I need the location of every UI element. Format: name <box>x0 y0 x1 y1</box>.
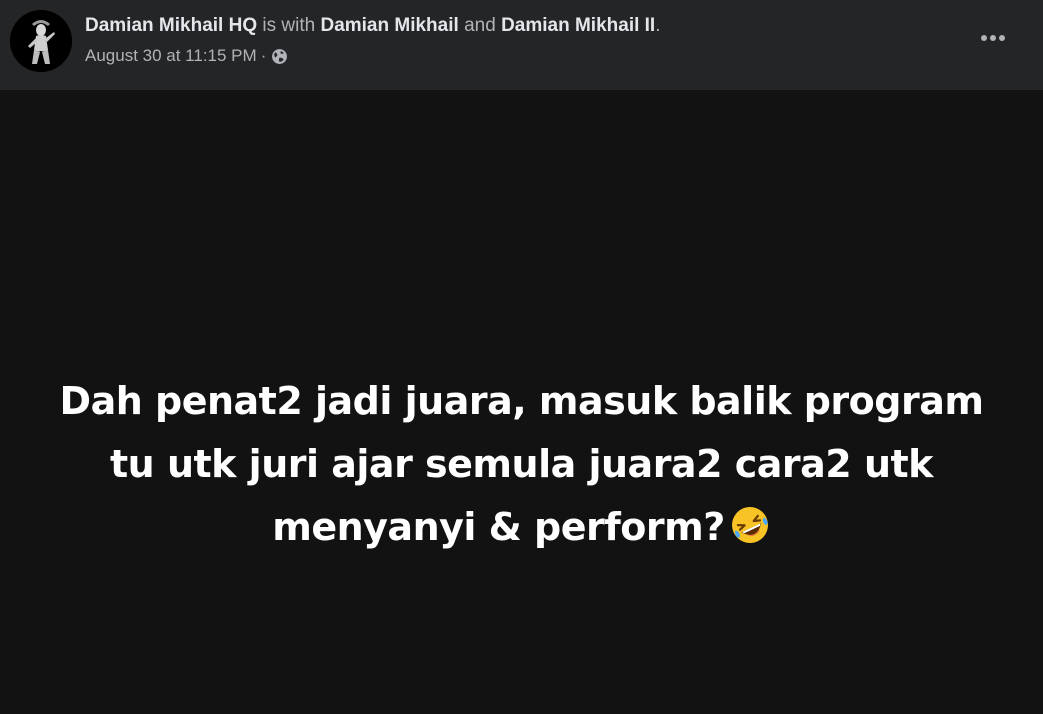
with-text: is with <box>257 15 321 36</box>
globe-icon[interactable] <box>271 48 288 65</box>
post-text-line-2: tu utk juri ajar semula juara2 cara2 utk <box>110 442 933 486</box>
post-text: Dah penat2 jadi juara, masuk balik progr… <box>20 370 1023 559</box>
post-text-line-3: menyanyi & perform? <box>272 505 725 549</box>
more-dot-2 <box>990 35 996 41</box>
author-line: Damian Mikhail HQ is with Damian Mikhail… <box>85 14 661 38</box>
tagged-user-link-1[interactable]: Damian Mikhail <box>320 15 458 36</box>
post-meta: August 30 at 11:15 PM · <box>85 45 288 67</box>
post-header: Damian Mikhail HQ is with Damian Mikhail… <box>0 0 1043 90</box>
rolling-on-floor-laughing-emoji <box>729 502 771 544</box>
post-content: Dah penat2 jadi juara, masuk balik progr… <box>0 90 1043 714</box>
post-text-line-1: Dah penat2 jadi juara, masuk balik progr… <box>59 379 984 423</box>
author-avatar[interactable] <box>10 10 72 72</box>
tagged-user-link-2[interactable]: Damian Mikhail II <box>501 15 655 36</box>
more-dot-3 <box>999 35 1005 41</box>
author-name-link[interactable]: Damian Mikhail HQ <box>85 15 257 36</box>
meta-separator: · <box>260 46 267 65</box>
avatar-image <box>10 10 72 72</box>
post-timestamp-link[interactable]: August 30 at 11:15 PM <box>85 45 257 67</box>
and-text: and <box>458 15 502 36</box>
post-text-line-3-wrap: menyanyi & perform? <box>20 496 1023 559</box>
post-card: Damian Mikhail HQ is with Damian Mikhail… <box>0 0 1043 714</box>
period-text: . <box>655 15 661 36</box>
more-options-button[interactable] <box>973 24 1013 52</box>
more-options-icon <box>981 35 987 41</box>
